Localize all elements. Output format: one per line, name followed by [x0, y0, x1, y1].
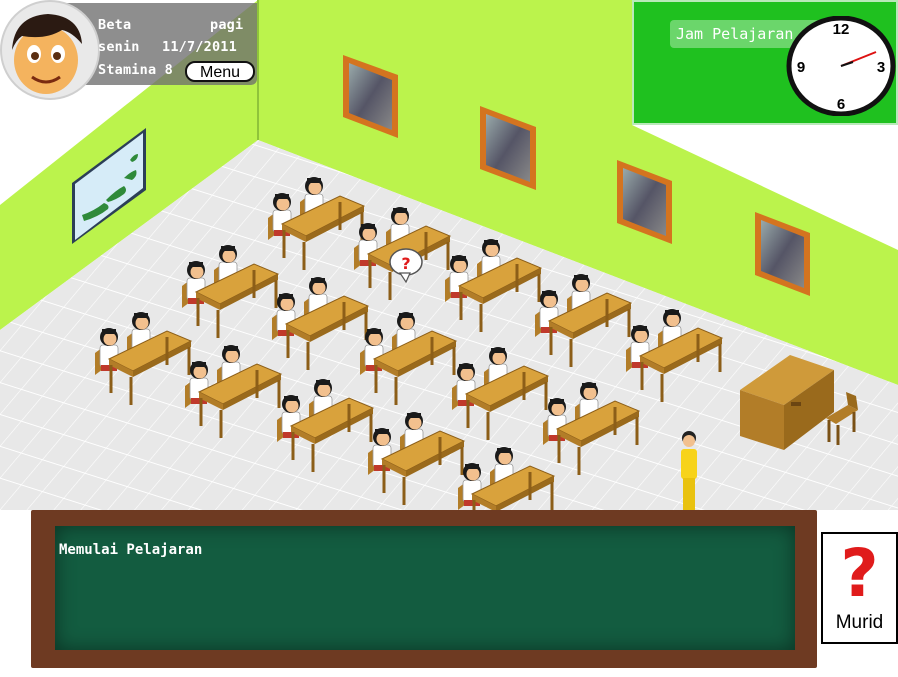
clock-number-12: 12: [833, 21, 850, 38]
student-button[interactable]: ? Murid: [821, 532, 898, 644]
player-hud: Beta pagi senin 11/7/2011 Stamina 8 Menu: [0, 0, 258, 102]
menu-button[interactable]: Menu: [185, 61, 255, 82]
clock-number-9: 9: [797, 59, 805, 76]
clock-number-6: 6: [837, 96, 845, 113]
board-message: Memulai Pelajaran: [59, 542, 203, 558]
chalkboard: Memulai Pelajaran: [31, 510, 817, 668]
student-button-label: Murid: [835, 612, 884, 633]
chalkboard-surface: Memulai Pelajaran: [55, 526, 795, 650]
player-name: Beta: [98, 17, 132, 33]
teacher: [681, 431, 697, 510]
time-of-day: pagi: [210, 17, 244, 33]
day-name: senin: [98, 39, 140, 55]
stamina-label: Stamina 8: [98, 62, 173, 78]
player-avatar: [0, 0, 100, 100]
date: 11/7/2011: [162, 39, 237, 55]
bubble-question-mark: ?: [401, 254, 410, 273]
question-mark-icon: ?: [840, 535, 879, 612]
analog-clock-icon: 12 3 6 9: [786, 16, 896, 116]
clock-number-3: 3: [877, 59, 885, 76]
